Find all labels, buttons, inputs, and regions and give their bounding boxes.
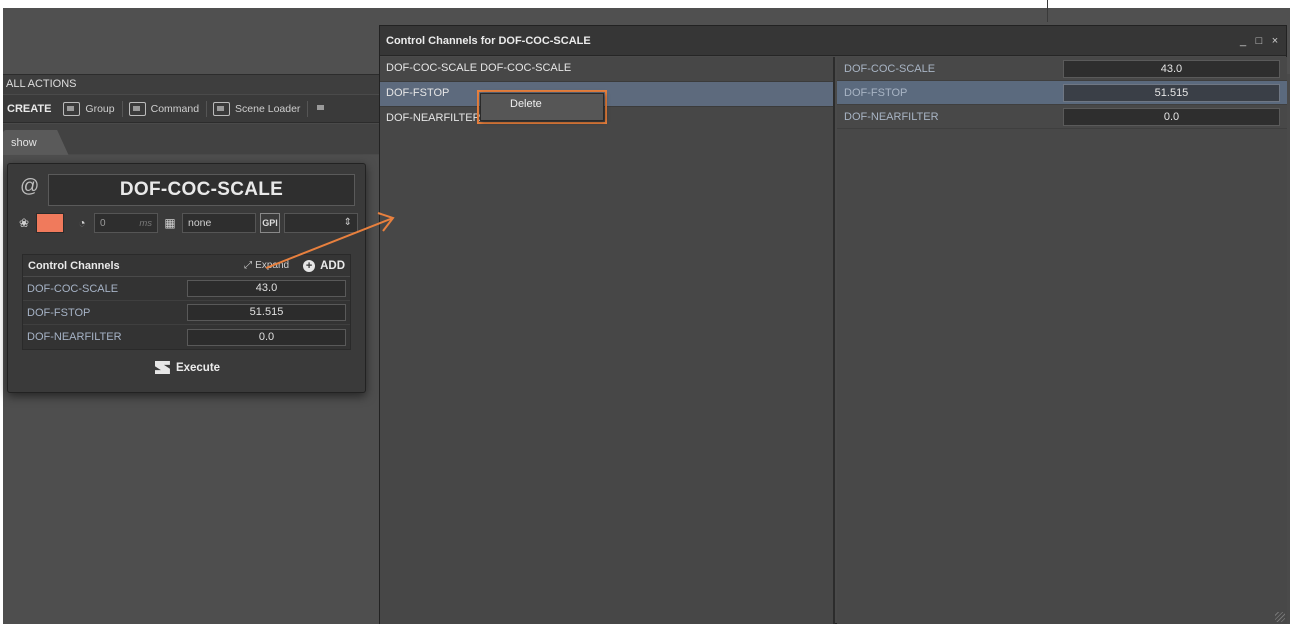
- channel-value-input[interactable]: 0.0: [1062, 107, 1280, 126]
- channel-value-row-selected[interactable]: DOF-FSTOP 51.515: [837, 81, 1287, 105]
- channel-name: DOF-FSTOP: [844, 86, 908, 99]
- control-channels-panel: Control Channels ⤢ Expand + ADD DOF-COC-…: [22, 254, 351, 350]
- channel-list-text: DOF-FSTOP: [386, 87, 450, 99]
- context-menu-highlight: Delete: [477, 90, 607, 124]
- delete-menu-item[interactable]: Delete: [510, 98, 542, 110]
- context-menu-delete[interactable]: Delete: [480, 93, 604, 121]
- channel-value-input[interactable]: 43.0: [1062, 59, 1280, 78]
- clock-icon: ◔: [78, 216, 86, 230]
- create-label: CREATE: [7, 102, 52, 115]
- close-icon[interactable]: ×: [1270, 35, 1280, 47]
- channel-values-pane: DOF-COC-SCALE 43.0 DOF-FSTOP 51.515 DOF-…: [837, 57, 1287, 624]
- more-create-icon[interactable]: [314, 102, 331, 116]
- gpi-label: GPI: [262, 218, 278, 228]
- channel-row[interactable]: DOF-NEARFILTER 0.0: [23, 325, 350, 349]
- at-symbol: @: [20, 176, 40, 197]
- gpi-select[interactable]: ⇕: [284, 213, 358, 233]
- delay-value: 0: [100, 217, 106, 229]
- minimize-icon[interactable]: _: [1238, 35, 1248, 47]
- control-channels-title: Control Channels: [28, 259, 120, 272]
- keyboard-icon: ▦: [164, 216, 176, 230]
- channel-value-input[interactable]: 51.515: [1062, 83, 1280, 102]
- channel-list-text: DOF-COC-SCALE DOF-COC-SCALE: [386, 62, 572, 74]
- channel-value-input[interactable]: 51.515: [187, 304, 346, 321]
- window-title: Control Channels for DOF-COC-SCALE: [386, 34, 591, 47]
- window-titlebar[interactable]: Control Channels for DOF-COC-SCALE _ □ ×: [380, 26, 1286, 56]
- channel-list-text: DOF-NEARFILTER: [386, 112, 481, 124]
- expand-button[interactable]: ⤢ Expand: [244, 260, 289, 271]
- create-scene-loader-button[interactable]: Scene Loader: [213, 100, 309, 117]
- action-card[interactable]: @ DOF-COC-SCALE ❀ ◔ 0 ms ▦ none GPI ⇕ Co…: [7, 163, 366, 393]
- palette-icon: ❀: [18, 216, 30, 230]
- keyboard-value: none: [188, 217, 212, 229]
- scene-loader-icon: [213, 101, 231, 116]
- create-scene-loader-label: Scene Loader: [235, 102, 301, 115]
- create-group-button[interactable]: Group: [63, 100, 123, 117]
- expand-label: Expand: [255, 260, 290, 271]
- plus-circle-icon: +: [303, 259, 316, 272]
- create-command-button[interactable]: Command: [128, 100, 208, 117]
- channel-row[interactable]: DOF-FSTOP 51.515: [23, 301, 350, 325]
- action-settings-row: ❀ ◔ 0 ms ▦ none GPI ⇕: [16, 212, 358, 234]
- channel-value-input[interactable]: 0.0: [187, 328, 346, 346]
- all-actions-label: ALL ACTIONS: [6, 78, 77, 90]
- color-swatch[interactable]: [36, 213, 64, 233]
- channel-name: DOF-COC-SCALE: [27, 282, 119, 295]
- add-label: ADD: [320, 259, 345, 272]
- execute-label: Execute: [175, 361, 221, 374]
- channel-value-row[interactable]: DOF-COC-SCALE 43.0: [837, 57, 1287, 81]
- create-command-label: Command: [150, 102, 200, 115]
- channel-name: DOF-COC-SCALE: [844, 62, 936, 75]
- window-controls: _ □ ×: [1238, 35, 1280, 47]
- maximize-icon[interactable]: □: [1254, 35, 1264, 47]
- group-icon: [63, 101, 81, 116]
- channel-name: DOF-NEARFILTER: [27, 331, 122, 343]
- action-title: DOF-COC-SCALE: [119, 179, 284, 200]
- all-actions-header: ALL ACTIONS: [3, 74, 383, 94]
- tab-show-label: show: [11, 137, 37, 149]
- create-toolbar: CREATE Group Command Scene Loader: [3, 95, 383, 123]
- command-icon: [128, 101, 146, 116]
- resize-grip-icon[interactable]: [1275, 612, 1285, 622]
- execute-button[interactable]: Execute: [8, 361, 367, 374]
- at-icon[interactable]: @: [20, 176, 46, 202]
- divider: [1047, 0, 1048, 22]
- delay-input[interactable]: 0 ms: [94, 213, 158, 233]
- channel-value-row[interactable]: DOF-NEARFILTER 0.0: [837, 105, 1287, 129]
- channel-name: DOF-FSTOP: [27, 306, 91, 319]
- channel-list-item[interactable]: DOF-COC-SCALE DOF-COC-SCALE: [380, 57, 833, 81]
- gpi-icon: GPI: [260, 213, 280, 233]
- expand-icon: ⤢: [244, 260, 253, 271]
- add-channel-button[interactable]: + ADD: [303, 259, 345, 272]
- keyboard-shortcut-input[interactable]: none: [182, 213, 256, 233]
- action-title-field[interactable]: DOF-COC-SCALE: [48, 174, 355, 206]
- channel-row[interactable]: DOF-COC-SCALE 43.0: [23, 277, 350, 301]
- control-channels-header: Control Channels ⤢ Expand + ADD: [23, 255, 350, 277]
- execute-icon: [154, 361, 170, 374]
- delay-unit: ms: [139, 217, 152, 229]
- channel-name: DOF-NEARFILTER: [844, 110, 939, 123]
- create-group-label: Group: [85, 102, 115, 115]
- channel-value-input[interactable]: 43.0: [187, 280, 346, 297]
- channel-list-pane: DOF-COC-SCALE DOF-COC-SCALE DOF-FSTOP DO…: [380, 57, 835, 624]
- spinner-arrows-icon: ⇕: [343, 217, 352, 228]
